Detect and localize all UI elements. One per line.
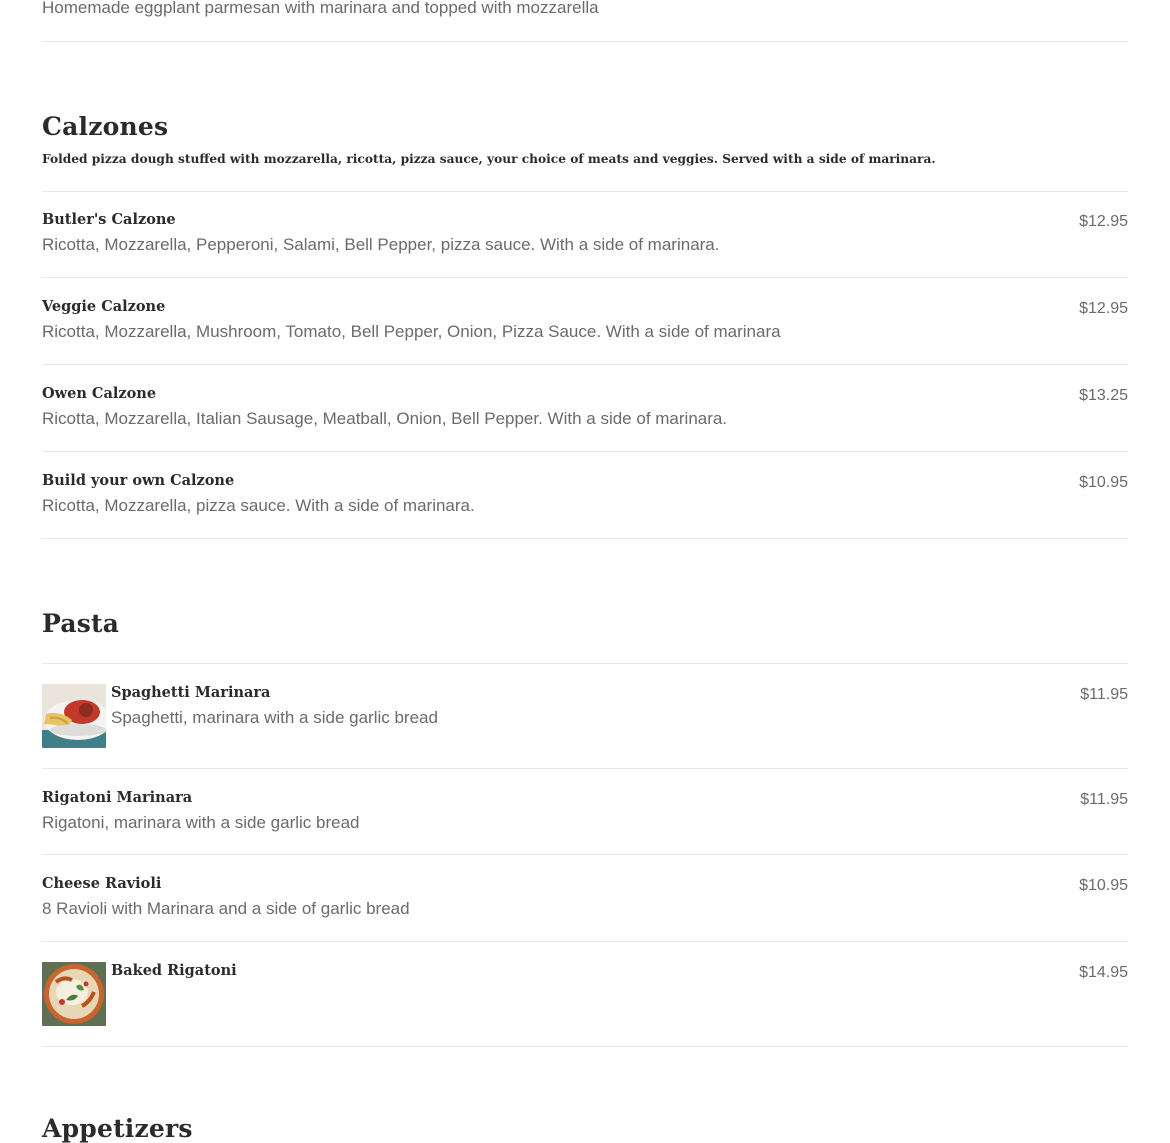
menu-item-baked-rigatoni[interactable]: Baked Rigatoni $14.95 xyxy=(42,942,1128,1046)
menu-item-price: $14.95 xyxy=(1079,964,1128,981)
menu-item-spaghetti-marinara[interactable]: Spaghetti Marinara Spaghetti, marinara w… xyxy=(42,664,1128,768)
baked-rigatoni-photo-icon xyxy=(42,962,106,1026)
menu-item-owen-calzone[interactable]: Owen Calzone Ricotta, Mozzarella, Italia… xyxy=(42,365,1128,451)
menu-item-name: Rigatoni Marinara xyxy=(42,789,193,806)
divider xyxy=(42,1046,1128,1047)
appetizers-section-title: Appetizers xyxy=(42,1114,193,1143)
divider xyxy=(42,41,1128,42)
menu-item-name: Owen Calzone xyxy=(42,385,157,402)
menu-item-description: Spaghetti, marinara with a side garlic b… xyxy=(111,708,438,727)
menu-item-name: Baked Rigatoni xyxy=(111,962,237,979)
menu-item-price: $13.25 xyxy=(1079,387,1128,404)
pasta-section-title: Pasta xyxy=(42,609,120,638)
menu-item-veggie-calzone[interactable]: Veggie Calzone Ricotta, Mozzarella, Mush… xyxy=(42,278,1128,364)
menu-item-price: $10.95 xyxy=(1079,877,1128,894)
menu-item-description: Rigatoni, marinara with a side garlic br… xyxy=(42,813,360,832)
calzones-section-description: Folded pizza dough stuffed with mozzarel… xyxy=(42,152,936,166)
baked-rigatoni-photo[interactable] xyxy=(42,962,106,1026)
menu-item-price: $12.95 xyxy=(1079,213,1128,230)
menu-item-build-your-own-calzone[interactable]: Build your own Calzone Ricotta, Mozzarel… xyxy=(42,452,1128,538)
menu-item-butlers-calzone[interactable]: Butler's Calzone Ricotta, Mozzarella, Pe… xyxy=(42,191,1128,278)
calzones-section-title: Calzones xyxy=(42,112,169,141)
menu-item-cheese-ravioli[interactable]: Cheese Ravioli 8 Ravioli with Marinara a… xyxy=(42,855,1128,941)
menu-item-name: Build your own Calzone xyxy=(42,472,235,489)
menu-item-description: 8 Ravioli with Marinara and a side of ga… xyxy=(42,899,410,918)
menu-item-name: Cheese Ravioli xyxy=(42,875,162,892)
menu-item-name: Butler's Calzone xyxy=(42,211,176,228)
menu-item-name: Spaghetti Marinara xyxy=(111,684,271,701)
spaghetti-photo[interactable] xyxy=(42,684,106,748)
menu-item-rigatoni-marinara[interactable]: Rigatoni Marinara Rigatoni, marinara wit… xyxy=(42,769,1128,854)
divider xyxy=(42,538,1128,539)
eggplant-item-description: Homemade eggplant parmesan with marinara… xyxy=(42,0,599,17)
menu-item-price: $11.95 xyxy=(1080,686,1128,703)
menu-item-price: $12.95 xyxy=(1079,300,1128,317)
menu-item-description: Ricotta, Mozzarella, Mushroom, Tomato, B… xyxy=(42,322,781,341)
menu-item-price: $10.95 xyxy=(1079,474,1128,491)
menu-item-description: Ricotta, Mozzarella, Italian Sausage, Me… xyxy=(42,409,728,428)
spaghetti-photo-icon xyxy=(42,684,106,748)
menu-item-name: Veggie Calzone xyxy=(42,298,166,315)
menu-item-description: Ricotta, Mozzarella, pizza sauce. With a… xyxy=(42,496,475,515)
menu-item-description: Ricotta, Mozzarella, Pepperoni, Salami, … xyxy=(42,235,720,254)
menu-item-price: $11.95 xyxy=(1080,791,1128,808)
